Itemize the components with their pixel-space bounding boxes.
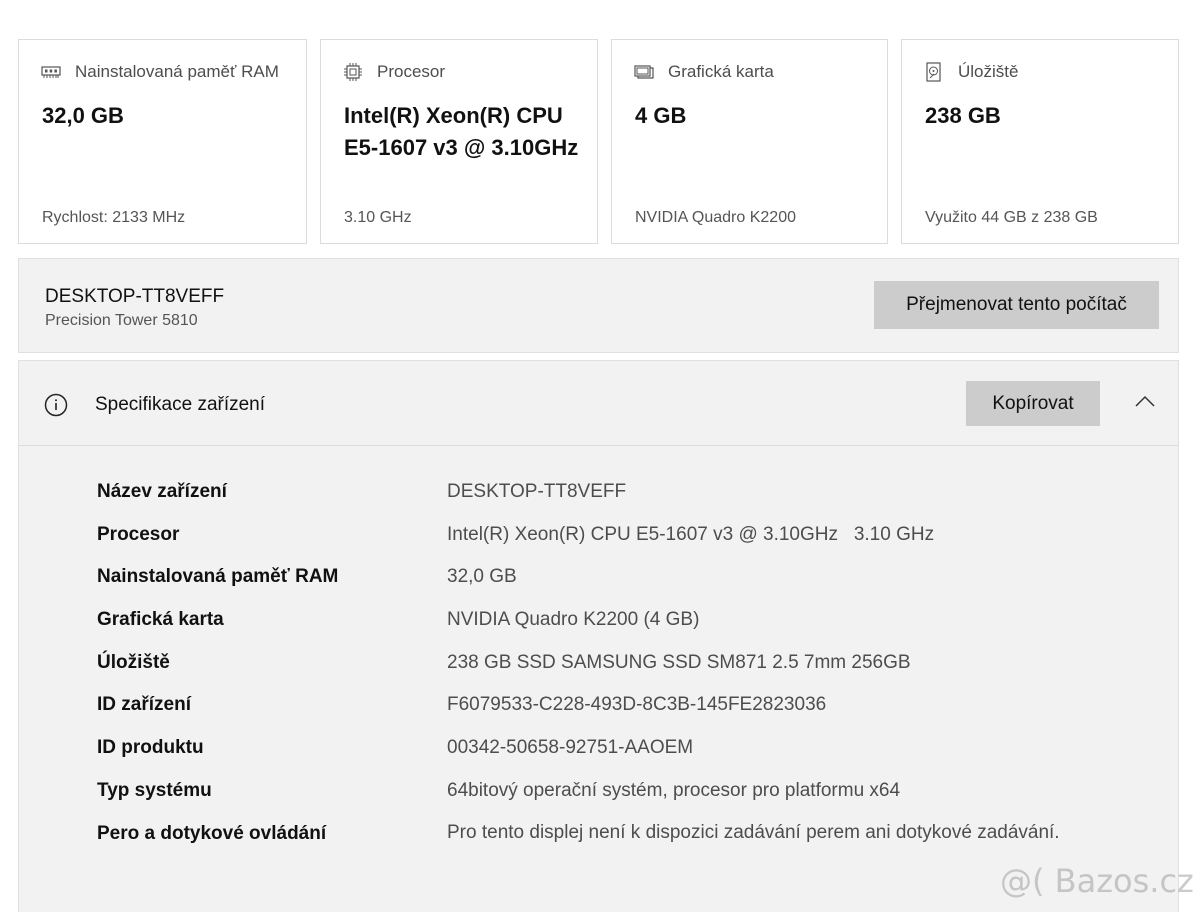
- spec-label: Název zařízení: [97, 481, 227, 502]
- storage-card-subtitle: Využito 44 GB z 238 GB: [925, 209, 1098, 226]
- cpu-card: Procesor Intel(R) Xeon(R) CPU E5-1607 v3…: [320, 39, 598, 244]
- spec-list: Název zařízení DESKTOP-TT8VEFF Procesor …: [97, 481, 1107, 865]
- spec-value: Intel(R) Xeon(R) CPU E5-1607 v3 @ 3.10GH…: [447, 523, 935, 545]
- rename-pc-button[interactable]: Přejmenovat tento počítač: [874, 281, 1159, 329]
- gpu-card-subtitle: NVIDIA Quadro K2200: [635, 209, 796, 226]
- ram-card-title: Nainstalovaná paměť RAM: [75, 62, 279, 81]
- spec-label: ID produktu: [97, 737, 204, 759]
- cpu-icon: [343, 62, 363, 82]
- gpu-card-title: Grafická karta: [668, 62, 774, 81]
- spec-row: Úložiště 238 GB SSD SAMSUNG SSD SM871 2.…: [97, 652, 1107, 695]
- device-model: Precision Tower 5810: [45, 312, 198, 329]
- cpu-card-value: Intel(R) Xeon(R) CPU E5-1607 v3 @ 3.10GH…: [344, 103, 579, 160]
- spec-value: DESKTOP-TT8VEFF: [447, 481, 627, 502]
- spec-title: Specifikace zařízení: [95, 394, 266, 415]
- spec-label: Nainstalovaná paměť RAM: [97, 566, 339, 588]
- gpu-card: Grafická karta 4 GB NVIDIA Quadro K2200: [611, 39, 888, 244]
- spec-row: ID zařízení F6079533-C228-493D-8C3B-145F…: [97, 694, 1107, 737]
- settings-page: Nainstalovaná paměť RAM 32,0 GB Rychlost…: [0, 0, 1200, 912]
- watermark: @( Bazos.cz: [1000, 862, 1194, 900]
- storage-card-value: 238 GB: [925, 103, 1001, 128]
- spec-value: F6079533-C228-493D-8C3B-145FE2823036: [447, 694, 827, 716]
- chevron-up-icon[interactable]: [1134, 394, 1156, 408]
- storage-card: Úložiště 238 GB Využito 44 GB z 238 GB: [901, 39, 1179, 244]
- spec-value: 238 GB SSD SAMSUNG SSD SM871 2.5 7mm 256…: [447, 651, 911, 673]
- device-spec-panel: Specifikace zařízení Kopírovat Název zař…: [18, 360, 1179, 912]
- spec-header[interactable]: Specifikace zařízení Kopírovat: [19, 361, 1178, 446]
- spec-row: Nainstalovaná paměť RAM 32,0 GB: [97, 566, 1107, 609]
- gpu-card-value: 4 GB: [635, 103, 687, 128]
- spec-label: Pero a dotykové ovládání: [97, 822, 327, 844]
- gpu-card-header: Grafická karta: [634, 62, 774, 82]
- spec-label: Úložiště: [97, 651, 170, 673]
- spec-row: Procesor Intel(R) Xeon(R) CPU E5-1607 v3…: [97, 524, 1107, 567]
- spec-row: ID produktu 00342-50658-92751-AAOEM: [97, 737, 1107, 780]
- spec-label: Grafická karta: [97, 609, 224, 631]
- spec-value: 32,0 GB: [447, 566, 517, 588]
- ram-card-subtitle: Rychlost: 2133 MHz: [42, 209, 186, 226]
- cpu-card-title: Procesor: [377, 62, 446, 81]
- spec-label: Procesor: [97, 523, 180, 545]
- spec-value: 00342-50658-92751-AAOEM: [447, 737, 694, 759]
- spec-row: Název zařízení DESKTOP-TT8VEFF: [97, 481, 1107, 524]
- spec-row: Typ systému 64bitový operační systém, pr…: [97, 780, 1107, 823]
- gpu-icon: [634, 62, 654, 82]
- info-icon: [44, 393, 68, 417]
- spec-label: ID zařízení: [97, 694, 191, 716]
- spec-value: Pro tento displej není k dispozici zadáv…: [447, 821, 1060, 843]
- storage-icon: [924, 62, 944, 82]
- ram-card-value: 32,0 GB: [42, 103, 124, 128]
- ram-card-header: Nainstalovaná paměť RAM: [41, 62, 279, 82]
- cpu-card-header: Procesor: [343, 62, 445, 82]
- spec-label: Typ systému: [97, 779, 212, 801]
- spec-row: Pero a dotykové ovládání Pro tento displ…: [97, 822, 1107, 866]
- device-name: DESKTOP-TT8VEFF: [45, 286, 225, 307]
- spec-row: Grafická karta NVIDIA Quadro K2200 (4 GB…: [97, 609, 1107, 652]
- device-banner: DESKTOP-TT8VEFF Precision Tower 5810 Pře…: [18, 258, 1179, 353]
- storage-card-title: Úložiště: [958, 62, 1019, 81]
- cpu-card-subtitle: 3.10 GHz: [344, 209, 412, 226]
- copy-button[interactable]: Kopírovat: [966, 381, 1100, 426]
- spec-value: NVIDIA Quadro K2200 (4 GB): [447, 609, 700, 631]
- spec-value: 64bitový operační systém, procesor pro p…: [447, 779, 901, 801]
- ram-card: Nainstalovaná paměť RAM 32,0 GB Rychlost…: [18, 39, 307, 244]
- storage-card-header: Úložiště: [924, 62, 1018, 82]
- ram-icon: [41, 62, 61, 82]
